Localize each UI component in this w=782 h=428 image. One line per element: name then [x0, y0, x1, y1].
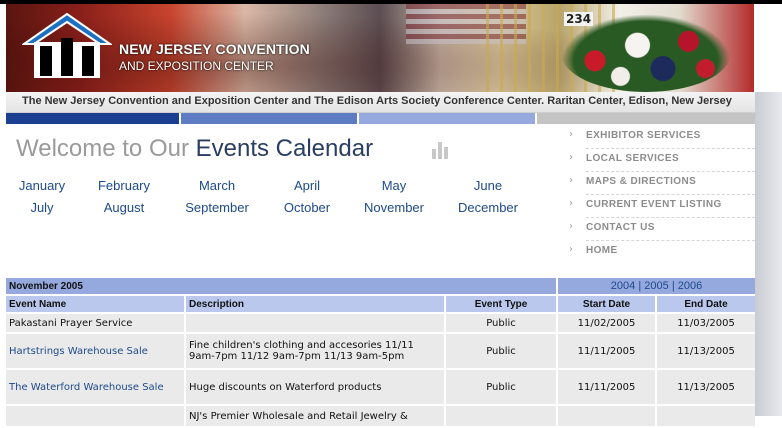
color-nav-bars: [6, 113, 755, 125]
month-link-may[interactable]: May: [382, 178, 407, 193]
logo-subtitle: AND EXPOSITION CENTER: [119, 59, 274, 73]
col-header-end-date: End Date: [657, 296, 756, 312]
end-date-cell: 11/13/2005: [657, 334, 756, 368]
nav-bar-3[interactable]: [359, 113, 535, 124]
end-date-cell: [657, 406, 756, 426]
chevron-right-icon: ›: [569, 152, 573, 163]
event-type-cell: Public: [446, 370, 556, 404]
year-separator: |: [638, 280, 642, 292]
event-description-cell: NJ's Premier Wholesale and Retail Jewelr…: [186, 406, 444, 426]
col-header-start-date: Start Date: [558, 296, 655, 312]
sidenav-item-label: HOME: [586, 245, 618, 256]
right-rail: [755, 92, 782, 416]
sidenav-item-contact-us[interactable]: › CONTACT US: [569, 218, 755, 241]
venue-caption: The New Jersey Convention and Exposition…: [22, 95, 732, 107]
end-date-cell: 11/03/2005: [657, 314, 756, 332]
start-date-cell: [558, 406, 655, 426]
year-link-2004[interactable]: 2004: [611, 280, 635, 292]
sidenav-item-label: CONTACT US: [586, 222, 655, 233]
sidenav-item-label: LOCAL SERVICES: [586, 153, 680, 164]
njcec-logo-icon[interactable]: [22, 12, 112, 78]
event-type-cell: Public: [446, 314, 556, 332]
sidenav-item-current-event-listing[interactable]: › CURRENT EVENT LISTING: [569, 195, 755, 218]
event-description-cell: Huge discounts on Waterford products: [186, 370, 444, 404]
bar-chart-icon: [432, 141, 454, 159]
venue-caption-bar: The New Jersey Convention and Exposition…: [6, 92, 782, 113]
sidenav-item-label: CURRENT EVENT LISTING: [586, 199, 722, 210]
month-link-february[interactable]: February: [98, 178, 150, 193]
sidenav-item-maps-directions[interactable]: › MAPS & DIRECTIONS: [569, 172, 755, 195]
sidenav-item-label: MAPS & DIRECTIONS: [586, 176, 697, 187]
sidenav-item-local-services[interactable]: › LOCAL SERVICES: [569, 149, 755, 172]
table-row: NJ's Premier Wholesale and Retail Jewelr…: [6, 406, 756, 426]
month-link-october[interactable]: October: [284, 200, 330, 215]
table-row: Pakastani Prayer Service Public 11/02/2005…: [6, 314, 756, 332]
month-link-november[interactable]: November: [364, 200, 424, 215]
month-link-april[interactable]: April: [294, 178, 320, 193]
month-link-september[interactable]: September: [185, 200, 249, 215]
event-type-cell: Public: [446, 334, 556, 368]
table-number: 234: [564, 12, 594, 26]
page-title: Welcome to Our Events Calendar: [16, 135, 373, 163]
month-link-july[interactable]: July: [30, 200, 53, 215]
event-name-cell: Pakastani Prayer Service: [6, 314, 184, 332]
table-month-header: November 2005 2004 | 2005 | 2006: [6, 278, 756, 294]
sidenav-item-label: EXHIBITOR SERVICES: [586, 130, 701, 141]
nav-bar-2[interactable]: [181, 113, 357, 124]
nav-bar-1[interactable]: [6, 113, 179, 124]
event-type-cell: [446, 406, 556, 426]
event-name-cell: The Waterford Warehouse Sale: [6, 370, 184, 404]
year-links: 2004 | 2005 | 2006: [558, 278, 756, 294]
year-separator: |: [671, 280, 675, 292]
chevron-right-icon: ›: [569, 129, 573, 140]
start-date-cell: 11/11/2005: [558, 334, 655, 368]
col-header-description: Description: [186, 296, 444, 312]
month-link-january[interactable]: January: [19, 178, 65, 193]
logo-title: NEW JERSEY CONVENTION: [119, 41, 310, 57]
month-link-june[interactable]: June: [474, 178, 502, 193]
chevron-right-icon: ›: [569, 175, 573, 186]
col-header-event-type: Event Type: [446, 296, 556, 312]
month-link-march[interactable]: March: [199, 178, 235, 193]
table-row: The Waterford Warehouse Sale Huge discoun…: [6, 370, 756, 404]
col-header-event-name: Event Name: [6, 296, 184, 312]
sidenav-item-exhibitor-services[interactable]: › EXHIBITOR SERVICES: [569, 126, 755, 149]
chevron-right-icon: ›: [569, 198, 573, 209]
table-column-header: Event Name Description Event Type Start …: [6, 296, 756, 312]
side-navigation: › EXHIBITOR SERVICES › LOCAL SERVICES › MAP…: [568, 126, 755, 263]
event-name-cell: [6, 406, 184, 426]
table-row: Hartstrings Warehouse Sale Fine children'…: [6, 334, 756, 368]
year-link-2005[interactable]: 2005: [644, 280, 668, 292]
event-description-cell: Fine children's clothing and accesories …: [186, 334, 444, 368]
month-link-december[interactable]: December: [458, 200, 518, 215]
sidenav-item-home[interactable]: › HOME: [569, 241, 755, 263]
chevron-right-icon: ›: [569, 221, 573, 232]
year-link-2006[interactable]: 2006: [678, 280, 702, 292]
event-description-cell: [186, 314, 444, 332]
events-table: November 2005 2004 | 2005 | 2006 Event N…: [4, 276, 757, 428]
page-title-main: Events Calendar: [195, 135, 374, 162]
table-month-label: November 2005: [6, 278, 556, 294]
start-date-cell: 11/02/2005: [558, 314, 655, 332]
end-date-cell: 11/13/2005: [657, 370, 756, 404]
nav-bar-4[interactable]: [537, 113, 755, 124]
page-title-prefix: Welcome to Our: [16, 135, 196, 162]
start-date-cell: 11/11/2005: [558, 370, 655, 404]
month-link-august[interactable]: August: [104, 200, 144, 215]
event-name-cell: Hartstrings Warehouse Sale: [6, 334, 184, 368]
chevron-right-icon: ›: [569, 244, 573, 255]
events-table-wrap: November 2005 2004 | 2005 | 2006 Event N…: [4, 276, 757, 428]
event-name-link[interactable]: Hartstrings Warehouse Sale: [9, 346, 148, 357]
event-name-link[interactable]: The Waterford Warehouse Sale: [9, 382, 164, 393]
